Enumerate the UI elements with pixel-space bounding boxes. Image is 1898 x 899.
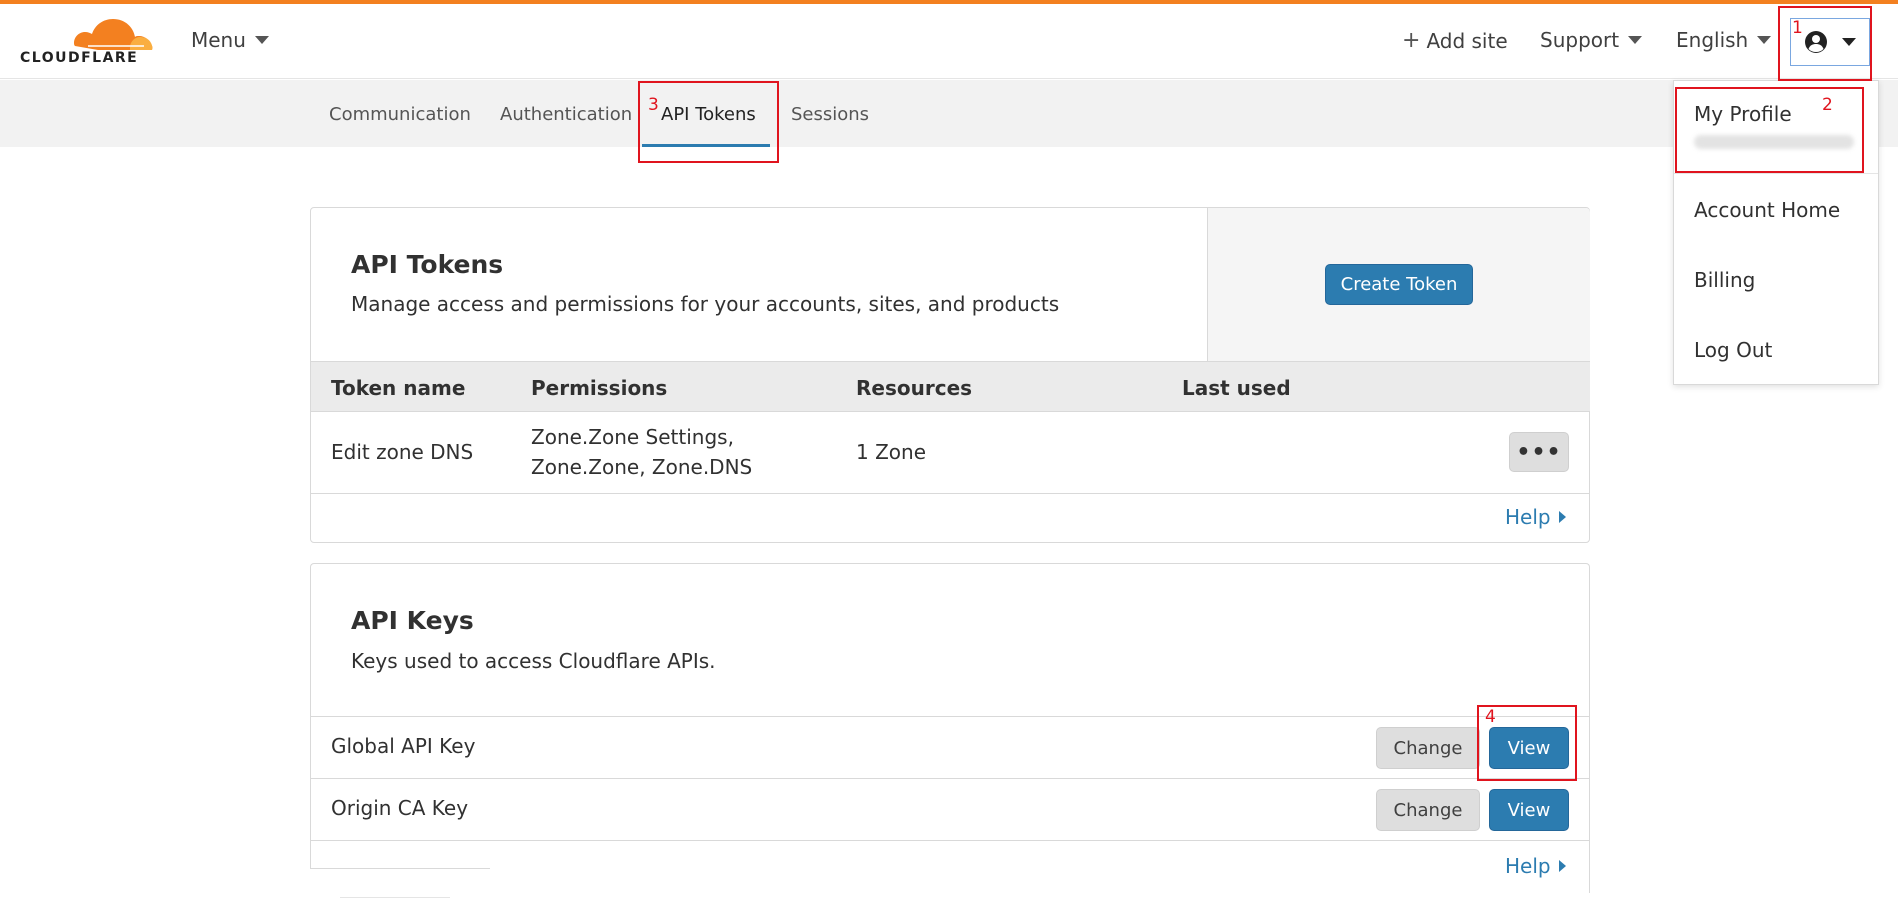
language-dropdown[interactable]: English [1676, 28, 1772, 52]
api-keys-card: API Keys Keys used to access Cloudflare … [310, 563, 1590, 893]
chevron-down-icon [1628, 36, 1643, 44]
column-header: Permissions [531, 376, 668, 400]
chevron-down-icon [1757, 36, 1772, 44]
list-item: Global API Key Change View [311, 716, 1590, 778]
tab-sessions[interactable]: Sessions [791, 104, 869, 125]
divider [340, 897, 450, 898]
add-site-label: Add site [1426, 28, 1508, 53]
view-key-button[interactable]: View [1489, 789, 1569, 831]
plus-icon: + [1402, 28, 1421, 53]
top-header: CLOUDFLARE Menu + Add site Support Engli… [0, 4, 1898, 79]
account-menu-button[interactable] [1790, 18, 1870, 66]
active-tab-indicator [642, 144, 770, 147]
token-name-cell: Edit zone DNS [331, 440, 474, 464]
column-header: Last used [1182, 376, 1291, 400]
key-name: Global API Key [331, 734, 476, 758]
help-label: Help [1505, 505, 1551, 529]
chevron-down-icon [254, 36, 269, 44]
account-dropdown-menu: My Profile Account Home Billing Log Out [1673, 80, 1879, 385]
menu-item-account-home[interactable]: Account Home [1694, 198, 1840, 222]
menu-label: Menu [191, 28, 246, 52]
help-label: Help [1505, 854, 1551, 878]
token-actions-menu-button[interactable]: ••• [1509, 432, 1569, 472]
tab-api-tokens[interactable]: API Tokens [661, 104, 756, 125]
permissions-line: Zone.Zone, Zone.DNS [531, 455, 753, 479]
language-label: English [1676, 28, 1749, 52]
api-keys-description: Keys used to access Cloudflare APIs. [351, 649, 716, 673]
api-tokens-card: API Tokens Manage access and permissions… [310, 207, 1590, 543]
create-token-button[interactable]: Create Token [1325, 264, 1473, 305]
api-keys-help-link[interactable]: Help [1505, 854, 1566, 878]
chevron-down-icon [1842, 38, 1856, 46]
logo-text: CLOUDFLARE [20, 50, 139, 66]
api-tokens-title: API Tokens [351, 250, 504, 279]
support-label: Support [1540, 28, 1620, 52]
tab-authentication[interactable]: Authentication [500, 104, 632, 125]
chevron-right-icon [1558, 511, 1566, 523]
change-key-button[interactable]: Change [1376, 789, 1480, 831]
cloudflare-logo[interactable]: CLOUDFLARE [18, 16, 154, 72]
divider [1674, 173, 1878, 174]
user-email-redacted [1694, 135, 1854, 149]
menu-item-billing[interactable]: Billing [1694, 268, 1755, 292]
overlay-fragment [310, 868, 490, 899]
api-tokens-help-link[interactable]: Help [1505, 505, 1566, 529]
add-site-button[interactable]: + Add site [1402, 28, 1508, 53]
column-header: Resources [856, 376, 973, 400]
tokens-table-header: Token name Permissions Resources Last us… [311, 361, 1590, 412]
api-keys-footer: Help [311, 840, 1590, 894]
menu-item-my-profile[interactable]: My Profile [1694, 102, 1792, 126]
user-circle-icon [1805, 31, 1827, 53]
menu-dropdown[interactable]: Menu [191, 28, 269, 52]
change-key-button[interactable]: Change [1376, 727, 1480, 769]
token-permissions-cell: Zone.Zone Settings, Zone.Zone, Zone.DNS [531, 422, 752, 482]
api-tokens-actions: Create Token [1207, 208, 1590, 361]
cloud-icon [74, 19, 153, 50]
table-row: Edit zone DNS Zone.Zone Settings, Zone.Z… [311, 412, 1590, 494]
profile-subnav: Communication Authentication API Tokens … [0, 80, 1898, 147]
support-dropdown[interactable]: Support [1540, 28, 1643, 52]
api-tokens-header: API Tokens Manage access and permissions… [311, 208, 1207, 361]
view-key-button[interactable]: View [1489, 727, 1569, 769]
api-keys-title: API Keys [351, 606, 474, 635]
token-resources-cell: 1 Zone [856, 440, 926, 464]
menu-item-log-out[interactable]: Log Out [1694, 338, 1772, 362]
api-tokens-description: Manage access and permissions for your a… [351, 292, 1060, 316]
permissions-line: Zone.Zone Settings, [531, 425, 734, 449]
chevron-right-icon [1558, 860, 1566, 872]
list-item: Origin CA Key Change View [311, 778, 1590, 840]
column-header: Token name [331, 376, 466, 400]
tab-communication[interactable]: Communication [329, 104, 471, 125]
key-name: Origin CA Key [331, 796, 469, 820]
